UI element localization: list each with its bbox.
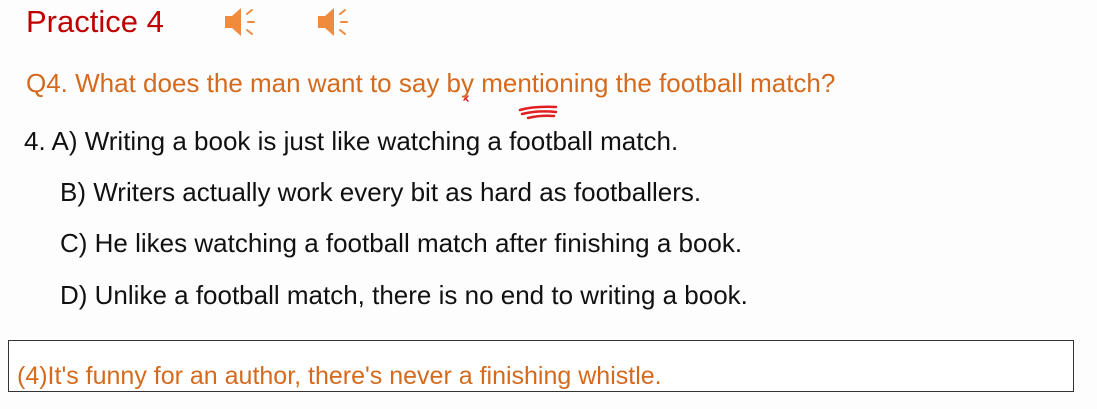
option-d: D) Unlike a football match, there is no …: [60, 280, 748, 310]
slide-title: Practice 4: [26, 4, 164, 39]
option-b: B) Writers actually work every bit as ha…: [60, 177, 702, 207]
speaker-icon[interactable]: [223, 6, 259, 38]
option-c: C) He likes watching a football match af…: [60, 228, 743, 258]
question-text: Q4. What does the man want to say by men…: [26, 68, 836, 98]
transcript-text: (4)It's funny for an author, there's nev…: [17, 362, 662, 390]
speaker-icon[interactable]: [316, 6, 352, 38]
transcript-box: (4)It's funny for an author, there's nev…: [8, 340, 1074, 392]
option-a: 4. A) Writing a book is just like watchi…: [24, 126, 679, 156]
